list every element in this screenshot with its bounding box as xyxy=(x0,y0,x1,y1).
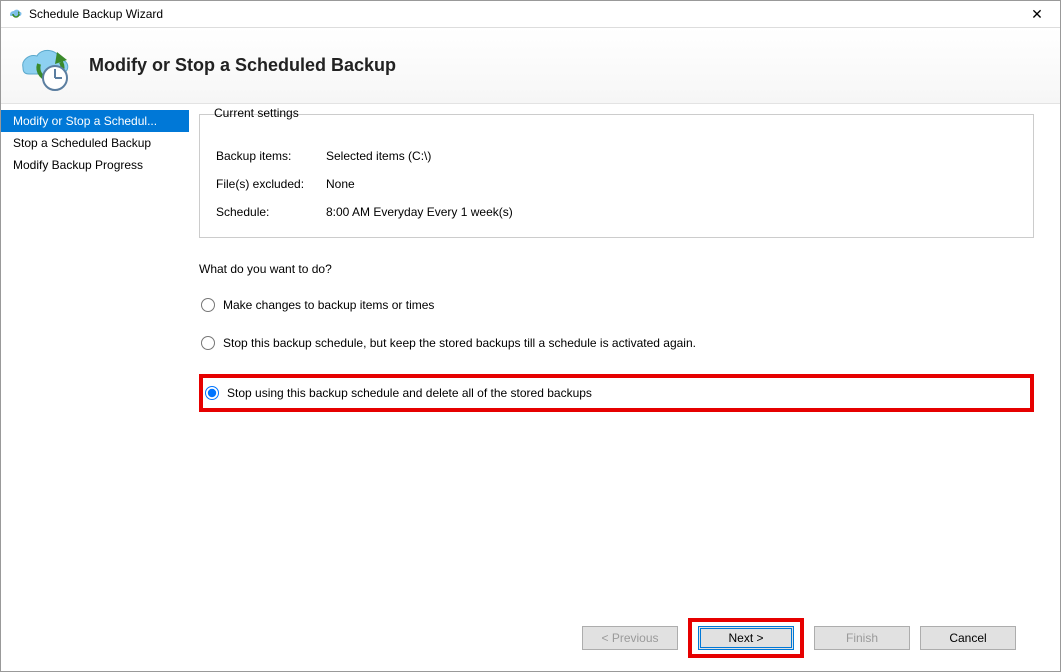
sidebar-item-label: Modify Backup Progress xyxy=(13,158,143,172)
current-settings-legend: Current settings xyxy=(214,106,299,120)
setting-label: Backup items: xyxy=(216,149,326,163)
finish-button: Finish xyxy=(814,626,910,650)
sidebar-item-label: Modify or Stop a Schedul... xyxy=(13,114,157,128)
cancel-button[interactable]: Cancel xyxy=(920,626,1016,650)
window-title: Schedule Backup Wizard xyxy=(29,7,1014,21)
radio-label: Stop this backup schedule, but keep the … xyxy=(223,336,696,350)
radio-option-stop-delete[interactable]: Stop using this backup schedule and dele… xyxy=(203,386,592,400)
close-button[interactable]: ✕ xyxy=(1014,1,1060,27)
radio-option-make-changes[interactable]: Make changes to backup items or times xyxy=(199,298,1034,312)
setting-row-schedule: Schedule: 8:00 AM Everyday Every 1 week(… xyxy=(216,205,1017,219)
setting-label: File(s) excluded: xyxy=(216,177,326,191)
previous-button: < Previous xyxy=(582,626,678,650)
wizard-steps-sidebar: Modify or Stop a Schedul... Stop a Sched… xyxy=(1,104,189,671)
sidebar-item-stop-scheduled[interactable]: Stop a Scheduled Backup xyxy=(1,132,189,154)
radio-label: Stop using this backup schedule and dele… xyxy=(227,386,592,400)
wizard-window: Schedule Backup Wizard ✕ Modify or Stop … xyxy=(0,0,1061,672)
radio-input-make-changes[interactable] xyxy=(201,298,215,312)
setting-value: None xyxy=(326,177,1017,191)
setting-value: Selected items (C:\) xyxy=(326,149,1017,163)
sidebar-item-modify-progress[interactable]: Modify Backup Progress xyxy=(1,154,189,176)
next-button[interactable]: Next > xyxy=(698,626,794,650)
radio-label: Make changes to backup items or times xyxy=(223,298,434,312)
setting-row-backup-items: Backup items: Selected items (C:\) xyxy=(216,149,1017,163)
highlighted-next: Next > xyxy=(688,618,804,658)
sidebar-item-modify-stop[interactable]: Modify or Stop a Schedul... xyxy=(1,110,189,132)
wizard-footer: < Previous Next > Finish Cancel xyxy=(199,615,1034,661)
app-icon xyxy=(7,6,23,22)
page-title: Modify or Stop a Scheduled Backup xyxy=(89,55,396,76)
radio-input-stop-delete[interactable] xyxy=(205,386,219,400)
wizard-main: Current settings Backup items: Selected … xyxy=(189,104,1060,671)
prompt-text: What do you want to do? xyxy=(199,262,1034,276)
radio-option-stop-keep[interactable]: Stop this backup schedule, but keep the … xyxy=(199,336,1034,350)
wizard-header: Modify or Stop a Scheduled Backup xyxy=(1,28,1060,104)
backup-cloud-icon xyxy=(15,38,71,94)
sidebar-item-label: Stop a Scheduled Backup xyxy=(13,136,151,150)
titlebar: Schedule Backup Wizard ✕ xyxy=(1,1,1060,28)
wizard-body: Modify or Stop a Schedul... Stop a Sched… xyxy=(1,104,1060,671)
radio-input-stop-keep[interactable] xyxy=(201,336,215,350)
setting-row-files-excluded: File(s) excluded: None xyxy=(216,177,1017,191)
current-settings-group: Current settings Backup items: Selected … xyxy=(199,114,1034,238)
setting-label: Schedule: xyxy=(216,205,326,219)
setting-value: 8:00 AM Everyday Every 1 week(s) xyxy=(326,205,1017,219)
highlighted-option: Stop using this backup schedule and dele… xyxy=(199,374,1034,412)
